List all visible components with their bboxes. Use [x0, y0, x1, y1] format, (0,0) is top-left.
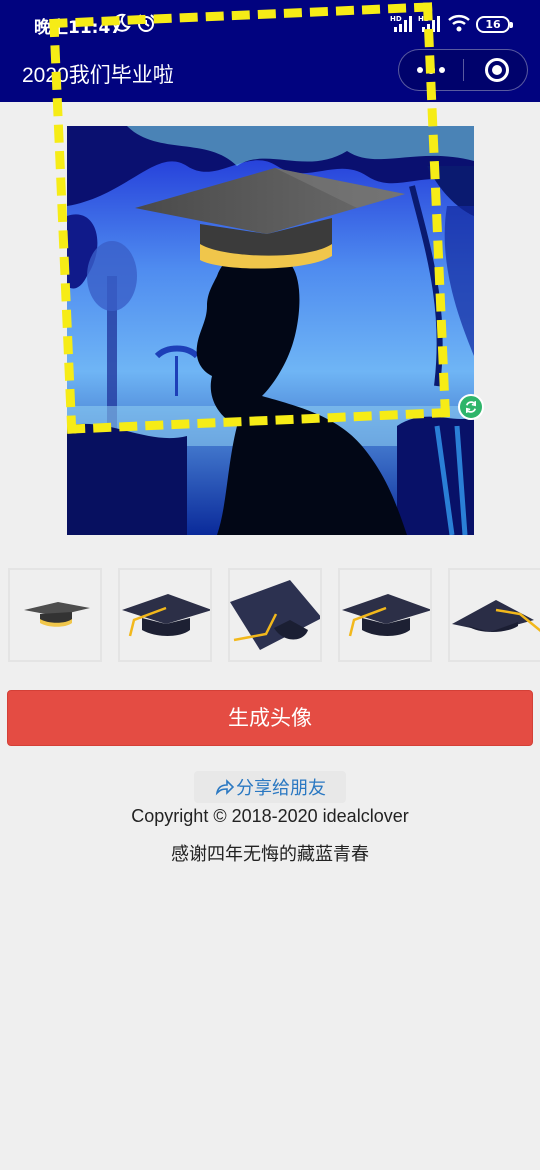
- generate-avatar-button[interactable]: 生成头像: [7, 690, 533, 746]
- hat-option-5[interactable]: [448, 568, 540, 662]
- hat-3-icon: [230, 580, 322, 650]
- wifi-icon: [448, 15, 470, 32]
- hat-option-1[interactable]: [8, 568, 102, 662]
- hat-option-2[interactable]: [118, 568, 212, 662]
- hat-option-3[interactable]: [228, 568, 322, 662]
- avatar-editor: [0, 2, 540, 552]
- hat-options-list: [0, 568, 540, 664]
- hat-1-icon: [24, 602, 90, 627]
- share-icon: [215, 779, 234, 796]
- share-label: 分享给朋友: [236, 778, 326, 799]
- battery-level: 16: [485, 18, 501, 31]
- close-program-icon[interactable]: [485, 58, 509, 82]
- battery-icon: 16: [476, 16, 513, 33]
- dashed-frame: [49, 2, 451, 434]
- hat-5-icon: [452, 600, 540, 632]
- slogan-text: 感谢四年无悔的藏蓝青春: [171, 844, 369, 865]
- capsule-divider: [463, 59, 464, 81]
- rotate-icon[interactable]: [458, 394, 484, 420]
- copyright-text: Copyright © 2018-2020 idealclover: [131, 806, 409, 826]
- hat-selection-box[interactable]: [49, 2, 451, 434]
- share-button[interactable]: 分享给朋友: [194, 771, 346, 803]
- hat-2-icon: [122, 594, 212, 637]
- hat-4-icon: [342, 594, 432, 637]
- hat-option-4[interactable]: [338, 568, 432, 662]
